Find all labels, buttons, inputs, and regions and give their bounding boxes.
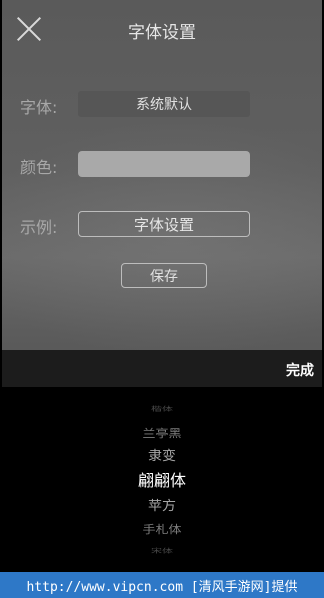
footer-watermark: http://www.vipcn.com [清风手游网]提供 [0,572,324,598]
picker-item[interactable]: 楷体 [2,404,322,413]
color-field[interactable] [78,151,250,177]
font-label: 字体: [20,98,58,117]
done-button[interactable]: 完成 [286,360,314,380]
color-label: 颜色: [20,158,58,177]
save-button[interactable]: 保存 [121,263,207,288]
font-settings-screen: 字体设置 字体: 系统默认 颜色: 示例: 字体设置 保存 完成 楷体兰亭黑隶变… [2,0,322,572]
picker-item[interactable]: 手札体 [2,520,322,536]
font-select[interactable]: 系统默认 [78,91,250,117]
picker-toolbar: 完成 [2,350,322,387]
sample-label: 示例: [20,218,58,237]
picker-item[interactable]: 隶变 [2,446,322,465]
picker-item[interactable]: 兰亭黑 [2,424,322,440]
sample-preview: 字体设置 [78,211,250,237]
picker-item[interactable]: 宋体 [2,546,322,555]
picker-item[interactable]: 苹方 [2,496,322,515]
page-title: 字体设置 [128,23,196,43]
picker-item-selected[interactable]: 翩翩体 [2,467,322,491]
font-picker[interactable]: 楷体兰亭黑隶变翩翩体苹方手札体宋体 [2,387,322,572]
